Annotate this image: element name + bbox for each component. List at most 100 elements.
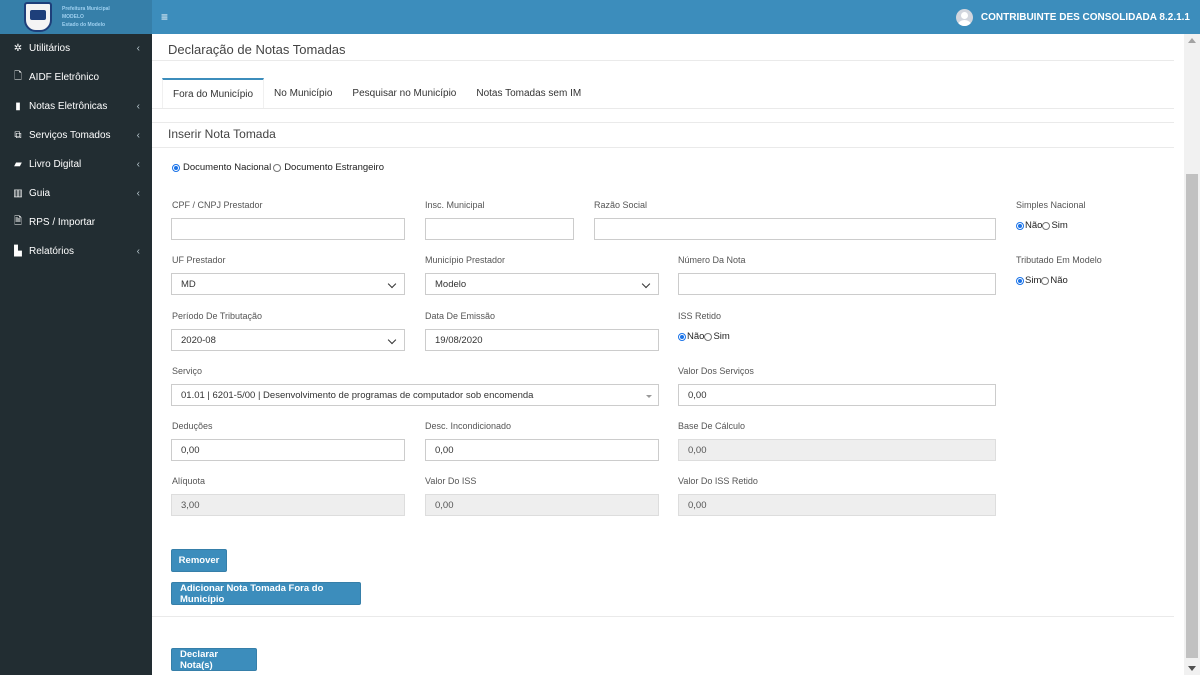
declarar-notas-button[interactable]: Declarar Nota(s) bbox=[171, 648, 257, 671]
chevron-left-icon: ‹ bbox=[136, 130, 140, 141]
bar-chart-icon: ▙ bbox=[14, 246, 22, 257]
sidebar-item-label: Serviços Tomados bbox=[29, 130, 111, 141]
document-type-radio-group: Documento Nacional Documento Estrangeiro bbox=[172, 162, 384, 173]
sidebar-item-servicos-tomados[interactable]: ⧉ Serviços Tomados ‹ bbox=[0, 121, 152, 150]
header-divider bbox=[152, 60, 1174, 61]
iss-retido-label: ISS Retido bbox=[678, 311, 722, 321]
razao-social-input[interactable] bbox=[594, 218, 996, 240]
base-calculo-input: 0,00 bbox=[678, 439, 996, 461]
valor-iss-input: 0,00 bbox=[425, 494, 659, 516]
valor-iss-retido-input: 0,00 bbox=[678, 494, 996, 516]
sidebar-item-label: Livro Digital bbox=[29, 159, 82, 170]
uf-prestador-select[interactable]: MD bbox=[171, 273, 405, 295]
remover-button[interactable]: Remover bbox=[171, 549, 227, 572]
brand-logo[interactable]: Prefeitura Municipal MODELO Estado do Mo… bbox=[0, 0, 152, 34]
sidebar-item-livro-digital[interactable]: ▰ Livro Digital ‹ bbox=[0, 150, 152, 179]
file-text-icon: 🗎 bbox=[13, 216, 23, 227]
sidebar-item-aidf[interactable]: 🗋 AIDF Eletrônico bbox=[0, 63, 152, 92]
documento-nacional-label: Documento Nacional bbox=[183, 162, 272, 173]
hamburger-menu-icon[interactable]: ≡ bbox=[161, 10, 168, 24]
aliquota-input: 3,00 bbox=[171, 494, 405, 516]
sidebar-item-rps-importar[interactable]: 🗎 RPS / Importar bbox=[0, 208, 152, 237]
brand-line-2: MODELO bbox=[62, 14, 84, 20]
tributado-modelo-label: Tributado Em Modelo bbox=[1016, 255, 1102, 265]
razao-social-label: Razão Social bbox=[594, 200, 648, 210]
data-emissao-input[interactable]: 19/08/2020 bbox=[425, 329, 659, 351]
simples-nacional-nao-radio[interactable] bbox=[1016, 221, 1024, 230]
brand-text: Prefeitura Municipal MODELO Estado do Mo… bbox=[62, 6, 110, 28]
sidebar-item-label: RPS / Importar bbox=[29, 217, 96, 228]
scrollbar-thumb[interactable] bbox=[1186, 174, 1198, 658]
chevron-left-icon: ‹ bbox=[136, 188, 140, 199]
cpf-cnpj-input[interactable] bbox=[171, 218, 405, 240]
vertical-scrollbar[interactable] bbox=[1184, 34, 1200, 675]
servico-select[interactable]: 01.01 | 6201-5/00 | Desenvolvimento de p… bbox=[171, 384, 659, 406]
sidebar-item-label: Relatórios bbox=[29, 246, 75, 257]
servico-label: Serviço bbox=[172, 366, 203, 376]
iss-retido-radio-group: Não Sim bbox=[678, 331, 730, 342]
user-menu[interactable]: CONTRIBUINTE DES CONSOLIDADA 8.2.1.1 bbox=[955, 0, 1190, 34]
main-content: Declaração de Notas Tomadas Fora do Muni… bbox=[152, 34, 1184, 675]
book-icon: ▰ bbox=[14, 159, 22, 170]
sidebar-item-guia[interactable]: ▥ Guia ‹ bbox=[0, 179, 152, 208]
desc-incondicionado-input[interactable]: 0,00 bbox=[425, 439, 659, 461]
sidebar-item-relatorios[interactable]: ▙ Relatórios ‹ bbox=[0, 237, 152, 266]
crest-icon bbox=[24, 2, 52, 32]
periodo-tributacao-select[interactable]: 2020-08 bbox=[171, 329, 405, 351]
documento-estrangeiro-radio[interactable] bbox=[273, 163, 282, 172]
aliquota-label: Alíquota bbox=[172, 476, 206, 486]
data-emissao-label: Data De Emissão bbox=[425, 311, 496, 321]
iss-retido-nao-label: Não bbox=[687, 331, 705, 342]
tab-no-municipio[interactable]: No Município bbox=[264, 78, 342, 108]
deducoes-input[interactable]: 0,00 bbox=[171, 439, 405, 461]
deducoes-label: Deduções bbox=[172, 421, 213, 431]
section-top-divider bbox=[152, 122, 1174, 123]
tributado-modelo-radio-group: Sim Não bbox=[1016, 275, 1068, 286]
sidebar-item-label: Guia bbox=[29, 188, 51, 199]
insc-municipal-input[interactable] bbox=[425, 218, 574, 240]
sidebar-item-label: AIDF Eletrônico bbox=[29, 72, 100, 83]
sidebar: Prefeitura Municipal MODELO Estado do Mo… bbox=[0, 0, 152, 675]
sidebar-item-notas-eletronicas[interactable]: ▮ Notas Eletrônicas ‹ bbox=[0, 92, 152, 121]
chevron-left-icon: ‹ bbox=[136, 43, 140, 54]
valor-iss-retido-label: Valor Do ISS Retido bbox=[678, 476, 758, 486]
scroll-down-arrow-icon[interactable] bbox=[1188, 666, 1196, 671]
valor-iss-label: Valor Do ISS bbox=[425, 476, 477, 486]
chevron-left-icon: ‹ bbox=[136, 101, 140, 112]
tab-bar: Fora do Município No Município Pesquisar… bbox=[162, 78, 591, 108]
iss-retido-sim-label: Sim bbox=[713, 331, 730, 342]
barcode-icon: ▥ bbox=[13, 188, 23, 199]
periodo-tributacao-label: Período De Tributação bbox=[172, 311, 263, 321]
adicionar-nota-button[interactable]: Adicionar Nota Tomada Fora do Município bbox=[171, 582, 361, 605]
cpf-cnpj-label: CPF / CNPJ Prestador bbox=[172, 200, 263, 210]
iss-retido-nao-radio[interactable] bbox=[678, 332, 686, 341]
documento-nacional-radio[interactable] bbox=[172, 163, 180, 172]
sidebar-item-label: Notas Eletrônicas bbox=[29, 101, 108, 112]
desc-incondicionado-label: Desc. Incondicionado bbox=[425, 421, 512, 431]
sidebar-item-utilitarios[interactable]: ✲ Utilitários ‹ bbox=[0, 34, 152, 63]
simples-nacional-sim-label: Sim bbox=[1051, 220, 1068, 231]
valor-servicos-input[interactable]: 0,00 bbox=[678, 384, 996, 406]
document-icon: 🗋 bbox=[13, 71, 23, 82]
numero-nota-label: Número Da Nota bbox=[678, 255, 746, 265]
tabs-divider bbox=[152, 108, 1174, 109]
footer-divider bbox=[152, 616, 1174, 617]
sidebar-menu: ✲ Utilitários ‹ 🗋 AIDF Eletrônico ▮ Notas El… bbox=[0, 34, 152, 266]
tributado-nao-label: Não bbox=[1050, 275, 1068, 286]
brand-line-1: Prefeitura Municipal bbox=[62, 6, 110, 12]
numero-nota-input[interactable] bbox=[678, 273, 996, 295]
simples-nacional-nao-label: Não bbox=[1025, 220, 1043, 231]
gear-icon: ✲ bbox=[13, 43, 23, 54]
tab-pesquisar-no-municipio[interactable]: Pesquisar no Município bbox=[342, 78, 466, 108]
tributado-sim-radio[interactable] bbox=[1016, 276, 1024, 285]
iss-retido-sim-radio[interactable] bbox=[704, 332, 713, 341]
scroll-up-arrow-icon[interactable] bbox=[1188, 38, 1196, 43]
simples-nacional-sim-radio[interactable] bbox=[1042, 221, 1051, 230]
tributado-nao-radio[interactable] bbox=[1041, 276, 1050, 285]
tab-notas-tomadas-sem-im[interactable]: Notas Tomadas sem IM bbox=[466, 78, 591, 108]
chevron-left-icon: ‹ bbox=[136, 159, 140, 170]
user-avatar-icon bbox=[955, 8, 973, 26]
section-title: Inserir Nota Tomada bbox=[168, 127, 276, 141]
municipio-prestador-select[interactable]: Modelo bbox=[425, 273, 659, 295]
tab-fora-do-municipio[interactable]: Fora do Município bbox=[162, 78, 265, 108]
